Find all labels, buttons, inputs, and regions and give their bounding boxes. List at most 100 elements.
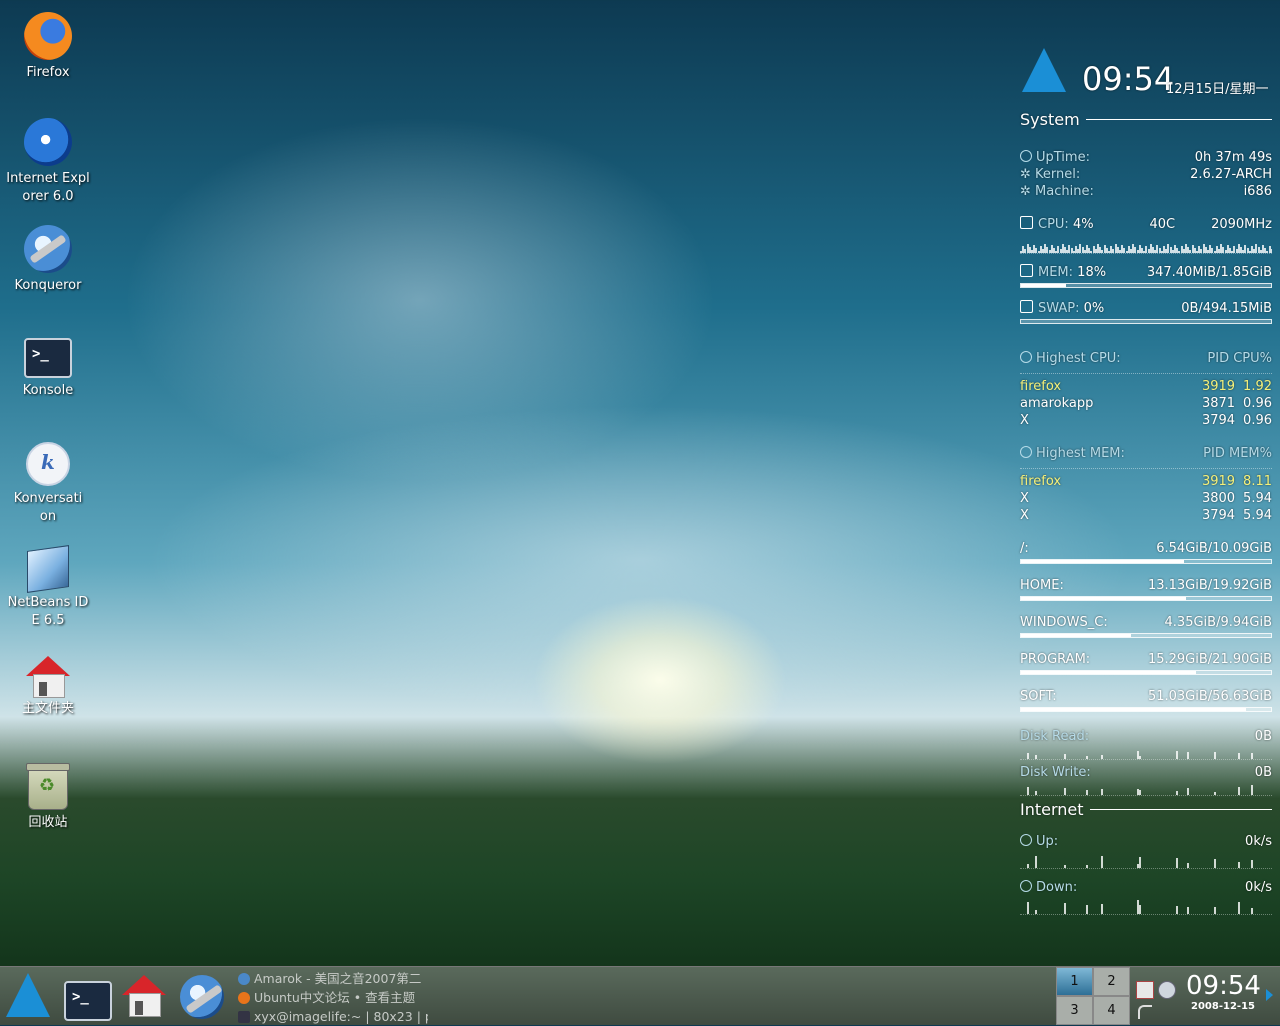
disk-label: SOFT: — [1020, 689, 1057, 704]
process-name: X — [1020, 491, 1029, 506]
disk-read-row: Disk Read: 0B — [1020, 729, 1272, 744]
memory-icon — [1020, 264, 1033, 277]
taskbar-clock[interactable]: 09:54 2008-12-15 — [1186, 971, 1261, 1012]
process-name: amarokapp — [1020, 396, 1094, 411]
terminal-icon — [64, 981, 112, 1021]
disk-write-graph — [1020, 781, 1272, 796]
task-item-terminal[interactable]: xyx@imagelife:~ | 80x23 | p — [238, 1007, 428, 1026]
swap-icon — [1020, 300, 1033, 313]
process-pid: 3800 — [1201, 491, 1236, 506]
swap-bar — [1020, 319, 1272, 324]
panel-hide-arrow-icon[interactable] — [1266, 989, 1273, 1001]
process-value: 0.96 — [1243, 396, 1272, 411]
home-folder-icon — [26, 656, 70, 698]
disk-usage: 13.13GiB/19.92GiB — [1147, 578, 1272, 593]
desktop-icon-label: Konqueror — [14, 278, 82, 293]
process-pid: 3794 — [1201, 508, 1236, 523]
internet-explorer-icon — [24, 118, 72, 166]
netbeans-icon — [27, 545, 69, 593]
desktop-icon-label: Firefox — [26, 65, 70, 80]
task-item-amarok[interactable]: Amarok - 美国之音2007第二 — [238, 969, 428, 988]
terminal-icon — [238, 1011, 250, 1023]
highest-mem-header: Highest MEM: PID MEM% — [1020, 445, 1272, 462]
arch-k-menu-icon — [6, 973, 50, 1017]
process-pid: 3794 — [1201, 413, 1236, 428]
conky-date: 12月15日/星期一 — [1166, 82, 1269, 97]
system-section-title: System — [1020, 110, 1272, 129]
net-up-graph — [1020, 854, 1272, 869]
arch-linux-logo-icon — [1022, 48, 1066, 92]
internet-section-title: Internet — [1020, 800, 1272, 819]
amarok-icon — [238, 973, 250, 985]
upload-arrow-icon — [1020, 834, 1032, 846]
disk-usage: 4.35GiB/9.94GiB — [1164, 615, 1272, 630]
disk-row: HOME: 13.13GiB/19.92GiB — [1020, 577, 1272, 594]
conky-monitor: 09:54 12月15日/星期一 System UpTime: 0h 37m 4… — [1010, 40, 1272, 915]
net-down-row: Down: 0k/s — [1020, 879, 1272, 896]
launcher-konqueror[interactable] — [178, 973, 226, 1019]
disk-usage-bar — [1020, 596, 1272, 601]
process-name: X — [1020, 413, 1029, 428]
refresh-icon — [1020, 150, 1032, 162]
konversation-icon — [26, 442, 70, 486]
desktop-icon-firefox[interactable]: Firefox — [4, 12, 92, 82]
mem-bar — [1020, 283, 1272, 288]
disk-usage: 15.29GiB/21.90GiB — [1147, 652, 1272, 667]
desktop-pager: 1 2 3 4 — [1056, 967, 1130, 1025]
disk-usage-bar — [1020, 670, 1272, 675]
pager-desktop-2[interactable]: 2 — [1093, 967, 1130, 996]
trash-icon — [26, 763, 70, 810]
process-value: 5.94 — [1243, 491, 1272, 506]
disk-read-graph — [1020, 745, 1272, 760]
disk-row: WINDOWS_C: 4.35GiB/9.94GiB — [1020, 614, 1272, 631]
process-row: firefox 3919 8.11 — [1020, 473, 1272, 490]
home-folder-icon — [122, 975, 166, 1017]
pager-desktop-4[interactable]: 4 — [1093, 996, 1130, 1025]
disk-label: HOME: — [1020, 578, 1064, 593]
disk-row: SOFT: 51.03GiB/56.63GiB — [1020, 688, 1272, 705]
process-value: 5.94 — [1243, 508, 1272, 523]
desktop-icon-label: 回收站 — [28, 815, 68, 830]
desktop-icon-konversation[interactable]: Konversation — [4, 442, 92, 526]
desktop-icon-netbeans[interactable]: NetBeans IDE 6.5 — [4, 545, 92, 630]
process-pid: 3919 — [1201, 474, 1236, 489]
process-row: X 3800 5.94 — [1020, 490, 1272, 507]
disk-row: PROGRAM: 15.29GiB/21.90GiB — [1020, 651, 1272, 668]
pager-desktop-3[interactable]: 3 — [1056, 996, 1093, 1025]
net-down-graph — [1020, 900, 1272, 915]
process-name: X — [1020, 508, 1029, 523]
klipper-icon[interactable] — [1136, 981, 1154, 999]
taskbar-date: 2008-12-15 — [1191, 1001, 1255, 1012]
kde-menu-button[interactable] — [4, 973, 52, 1019]
launcher-konsole[interactable] — [62, 973, 112, 1021]
notification-icon[interactable] — [1138, 1005, 1152, 1019]
process-row: X 3794 5.94 — [1020, 507, 1272, 524]
process-value: 1.92 — [1243, 379, 1272, 394]
machine-row: ✲ Machine: i686 — [1020, 184, 1272, 199]
task-item-firefox[interactable]: Ubuntu中文论坛 • 查看主题 — [238, 988, 428, 1007]
process-row: X 3794 0.96 — [1020, 412, 1272, 429]
system-tray — [1134, 971, 1184, 1021]
pager-desktop-1[interactable]: 1 — [1056, 967, 1093, 996]
desktop-icon-internet-explorer[interactable]: Internet Explorer 6.0 — [4, 118, 92, 206]
desktop-icon-konqueror[interactable]: Konqueror — [4, 225, 92, 295]
process-name: firefox — [1020, 379, 1062, 394]
disk-label: PROGRAM: — [1020, 652, 1091, 667]
desktop-icon-label: Internet Explorer 6.0 — [6, 171, 90, 204]
launcher-home[interactable] — [120, 973, 168, 1019]
download-arrow-icon — [1020, 880, 1032, 892]
process-pid: 3919 — [1201, 379, 1236, 394]
process-value: 8.11 — [1243, 474, 1272, 489]
taskbar-time: 09:54 — [1186, 971, 1261, 1001]
desktop-icon-label: Konversation — [13, 491, 83, 524]
desktop-icon-trash[interactable]: 回收站 — [4, 763, 92, 832]
desktop-icon-home-folder[interactable]: 主文件夹 — [4, 656, 92, 718]
disk-label: /: — [1020, 541, 1029, 556]
konqueror-icon — [180, 975, 224, 1019]
firefox-icon — [24, 12, 72, 60]
network-icon[interactable] — [1158, 981, 1176, 999]
desktop-icon-konsole[interactable]: Konsole — [4, 332, 92, 400]
task-list: Amarok - 美国之音2007第二 Ubuntu中文论坛 • 查看主题 xy… — [238, 969, 428, 1026]
process-name: firefox — [1020, 474, 1062, 489]
info-icon — [1020, 446, 1032, 458]
